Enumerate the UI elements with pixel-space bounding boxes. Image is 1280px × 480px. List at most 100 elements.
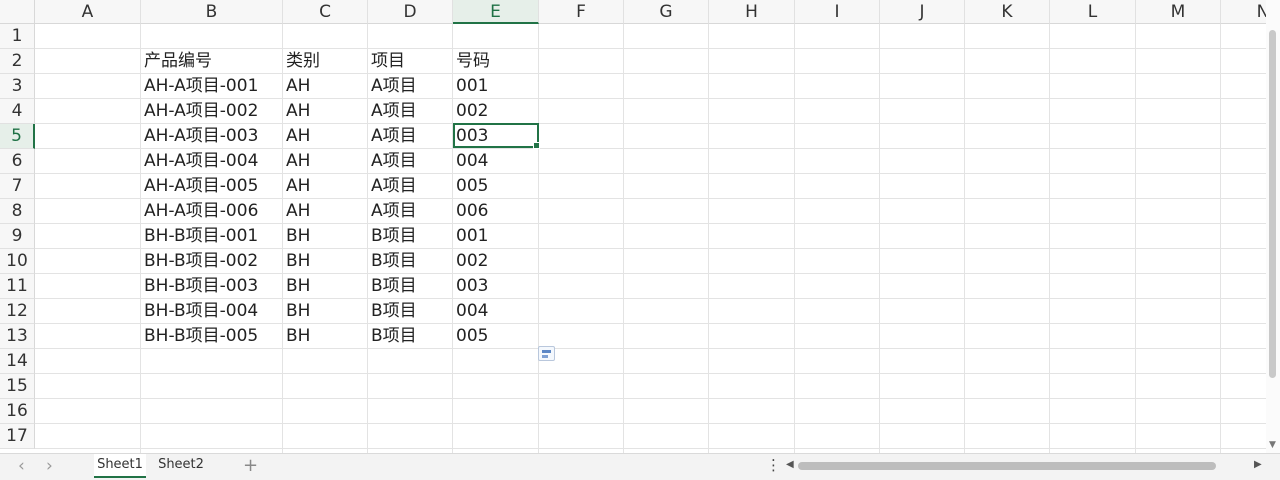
cell-c2[interactable]: 类别	[283, 49, 368, 73]
column-header-j[interactable]: J	[880, 0, 965, 24]
scroll-down-arrow-icon[interactable]: ▼	[1269, 440, 1276, 450]
row-header-16[interactable]: 16	[0, 399, 35, 424]
cell-d10[interactable]: B项目	[368, 249, 453, 273]
column-header-d[interactable]: D	[368, 0, 453, 24]
cell-e3[interactable]: 001	[453, 74, 539, 98]
cell-b4[interactable]: AH-A项目-002	[141, 99, 283, 123]
tab-sheet1[interactable]: Sheet1	[94, 454, 146, 478]
column-header-g[interactable]: G	[624, 0, 709, 24]
gridline-horizontal	[35, 348, 1266, 349]
active-cell-selection[interactable]	[453, 123, 540, 149]
column-header-c[interactable]: C	[283, 0, 368, 24]
cell-b12[interactable]: BH-B项目-004	[141, 299, 283, 323]
row-header-3[interactable]: 3	[0, 74, 35, 99]
cell-b2[interactable]: 产品编号	[141, 49, 283, 73]
gridline-vertical	[1049, 24, 1050, 453]
cell-b10[interactable]: BH-B项目-002	[141, 249, 283, 273]
row-header-14[interactable]: 14	[0, 349, 35, 374]
cell-c10[interactable]: BH	[283, 249, 368, 273]
column-header-l[interactable]: L	[1050, 0, 1136, 24]
cell-c7[interactable]: AH	[283, 174, 368, 198]
row-header-11[interactable]: 11	[0, 274, 35, 299]
cell-c13[interactable]: BH	[283, 324, 368, 348]
cell-c11[interactable]: BH	[283, 274, 368, 298]
cell-d2[interactable]: 项目	[368, 49, 453, 73]
cell-b9[interactable]: BH-B项目-001	[141, 224, 283, 248]
column-header-a[interactable]: A	[35, 0, 141, 24]
cell-c5[interactable]: AH	[283, 124, 368, 148]
cell-d3[interactable]: A项目	[368, 74, 453, 98]
scroll-right-arrow-icon[interactable]: ▶	[1254, 459, 1262, 470]
more-vertical-icon[interactable]: ⋮	[766, 456, 781, 474]
cell-c6[interactable]: AH	[283, 149, 368, 173]
cell-c9[interactable]: BH	[283, 224, 368, 248]
chevron-left-icon[interactable]: ‹	[18, 456, 25, 476]
cell-e8[interactable]: 006	[453, 199, 539, 223]
row-header-1[interactable]: 1	[0, 24, 35, 49]
gridline-vertical	[794, 24, 795, 453]
row-header-12[interactable]: 12	[0, 299, 35, 324]
cell-b8[interactable]: AH-A项目-006	[141, 199, 283, 223]
cell-d8[interactable]: A项目	[368, 199, 453, 223]
fill-handle[interactable]	[533, 142, 540, 149]
row-header-2[interactable]: 2	[0, 49, 35, 74]
row-header-13[interactable]: 13	[0, 324, 35, 349]
plus-icon[interactable]: +	[243, 454, 258, 478]
cell-d9[interactable]: B项目	[368, 224, 453, 248]
cell-e9[interactable]: 001	[453, 224, 539, 248]
column-header-i[interactable]: I	[795, 0, 880, 24]
cell-b6[interactable]: AH-A项目-004	[141, 149, 283, 173]
cell-d4[interactable]: A项目	[368, 99, 453, 123]
vertical-scrollbar[interactable]: ▼	[1266, 0, 1280, 453]
cell-b5[interactable]: AH-A项目-003	[141, 124, 283, 148]
cell-e13[interactable]: 005	[453, 324, 539, 348]
cell-d12[interactable]: B项目	[368, 299, 453, 323]
column-header-e[interactable]: E	[453, 0, 539, 24]
cell-e6[interactable]: 004	[453, 149, 539, 173]
cell-d5[interactable]: A项目	[368, 124, 453, 148]
column-header-f[interactable]: F	[539, 0, 624, 24]
row-header-10[interactable]: 10	[0, 249, 35, 274]
cell-b11[interactable]: BH-B项目-003	[141, 274, 283, 298]
cell-c8[interactable]: AH	[283, 199, 368, 223]
row-header-7[interactable]: 7	[0, 174, 35, 199]
cell-e11[interactable]: 003	[453, 274, 539, 298]
vertical-scroll-thumb[interactable]	[1269, 30, 1276, 378]
cell-e4[interactable]: 002	[453, 99, 539, 123]
row-header-17[interactable]: 17	[0, 424, 35, 449]
select-all-corner[interactable]	[0, 0, 35, 24]
cell-d13[interactable]: B项目	[368, 324, 453, 348]
scroll-left-arrow-icon[interactable]: ◀	[786, 459, 794, 470]
column-header-h[interactable]: H	[709, 0, 795, 24]
row-header-15[interactable]: 15	[0, 374, 35, 399]
row-header-6[interactable]: 6	[0, 149, 35, 174]
row-header-5[interactable]: 5	[0, 124, 35, 149]
cell-d7[interactable]: A项目	[368, 174, 453, 198]
row-header-8[interactable]: 8	[0, 199, 35, 224]
cell-d11[interactable]: B项目	[368, 274, 453, 298]
column-header-k[interactable]: K	[965, 0, 1050, 24]
gridline-vertical	[964, 24, 965, 453]
cell-e7[interactable]: 005	[453, 174, 539, 198]
cell-e12[interactable]: 004	[453, 299, 539, 323]
cell-d6[interactable]: A项目	[368, 149, 453, 173]
tab-sheet2[interactable]: Sheet2	[155, 454, 207, 478]
column-header-m[interactable]: M	[1136, 0, 1221, 24]
row-header-9[interactable]: 9	[0, 224, 35, 249]
gridline-horizontal	[35, 448, 1266, 449]
cell-e2[interactable]: 号码	[453, 49, 539, 73]
cell-c3[interactable]: AH	[283, 74, 368, 98]
column-header-n[interactable]: N	[1221, 0, 1266, 24]
row-header-4[interactable]: 4	[0, 99, 35, 124]
cell-b3[interactable]: AH-A项目-001	[141, 74, 283, 98]
horizontal-scroll-thumb[interactable]	[798, 462, 1216, 470]
paste-options-icon[interactable]	[538, 346, 555, 361]
cell-c12[interactable]: BH	[283, 299, 368, 323]
cell-e10[interactable]: 002	[453, 249, 539, 273]
cell-b7[interactable]: AH-A项目-005	[141, 174, 283, 198]
spreadsheet-grid[interactable]: ABCDEFGHIJKLMN 1 2 3 4 5 6 7 8 9 10 11 12 13 14 15 16 17…	[0, 0, 1266, 453]
cell-b13[interactable]: BH-B项目-005	[141, 324, 283, 348]
chevron-right-icon[interactable]: ›	[46, 456, 53, 476]
cell-c4[interactable]: AH	[283, 99, 368, 123]
column-header-b[interactable]: B	[141, 0, 283, 24]
